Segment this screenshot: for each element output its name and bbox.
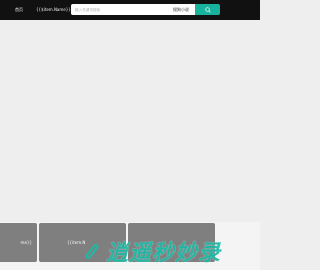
search-engine-select[interactable]: 搜狗小说 [167, 4, 195, 15]
page: 首页 {{$item.Name}} 搜狗小说 me}} {{item.N 逍遥秒… [0, 0, 260, 270]
watermark-logo: 逍遥秒妙录 [80, 233, 240, 269]
paperclip-logo-icon [85, 243, 99, 260]
nav-category-link[interactable]: {{$item.Name}} [36, 6, 71, 13]
main-content-area [0, 20, 260, 222]
search-icon [205, 7, 211, 13]
search-button[interactable] [195, 4, 220, 15]
search-input[interactable] [75, 6, 167, 13]
card-label: me}} [20, 240, 32, 245]
search-box [71, 4, 170, 15]
carousel-card[interactable]: me}} [0, 223, 37, 262]
nav-home-link[interactable]: 首页 [15, 6, 23, 13]
top-nav-bar: 首页 {{$item.Name}} 搜狗小说 [0, 0, 260, 20]
watermark-text: 逍遥秒妙录 [106, 241, 222, 266]
